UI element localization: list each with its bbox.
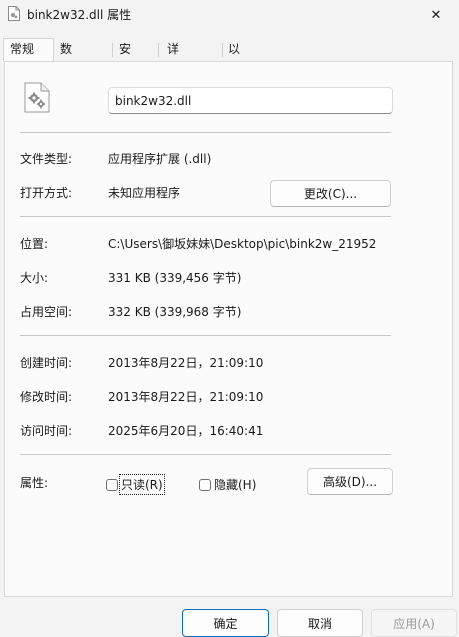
size-value: 331 KB (339,456 字节) xyxy=(108,271,242,285)
change-button[interactable]: 更改(C)... xyxy=(270,180,391,207)
tab-separator xyxy=(158,43,159,57)
readonly-checkbox-label: 只读(R) xyxy=(119,474,165,495)
opens-with-value: 未知应用程序 xyxy=(108,186,181,200)
location-label: 位置: xyxy=(20,237,49,251)
tab-details[interactable]: 详细信息 xyxy=(161,39,185,119)
size-label: 大小: xyxy=(20,271,49,285)
settings-file-icon xyxy=(24,82,50,113)
separator xyxy=(20,335,391,336)
tab-previous-versions[interactable]: 以前的版本 xyxy=(222,39,246,140)
separator xyxy=(20,132,391,133)
file-type-value: 应用程序扩展 (.dll) xyxy=(108,152,212,166)
hidden-checkbox-label: 隐藏(H) xyxy=(214,478,257,492)
general-panel: 文件类型: 应用程序扩展 (.dll) 打开方式: 未知应用程序 更改(C)..… xyxy=(4,61,453,597)
hidden-checkbox[interactable]: 隐藏(H) xyxy=(199,476,256,493)
dll-file-icon xyxy=(8,6,20,21)
size-on-disk-value: 332 KB (339,968 字节) xyxy=(108,305,242,319)
created-value: 2013年8月22日，21:09:10 xyxy=(108,356,264,370)
tab-general[interactable]: 常规 xyxy=(3,38,54,61)
separator xyxy=(20,454,391,455)
created-label: 创建时间: xyxy=(20,356,73,370)
cancel-button[interactable]: 取消 xyxy=(277,609,363,637)
readonly-checkbox-box[interactable] xyxy=(106,478,118,491)
readonly-checkbox[interactable]: 只读(R) xyxy=(106,474,165,495)
location-value: C:\Users\御坂妹妹\Desktop\pic\bink2w_21952 xyxy=(108,237,377,251)
separator xyxy=(20,216,391,217)
apply-button[interactable]: 应用(A) xyxy=(371,609,457,637)
file-type-label: 文件类型: xyxy=(20,152,73,166)
title-bar: bink2w32.dll 属性 ✕ xyxy=(0,0,459,30)
close-button[interactable]: ✕ xyxy=(413,0,459,30)
modified-value: 2013年8月22日，21:09:10 xyxy=(108,390,264,404)
size-on-disk-label: 占用空间: xyxy=(20,305,73,319)
ok-button[interactable]: 确定 xyxy=(182,609,269,637)
tab-security[interactable]: 安全 xyxy=(113,39,137,77)
opens-with-label: 打开方式: xyxy=(20,186,73,200)
modified-label: 修改时间: xyxy=(20,390,73,404)
hidden-checkbox-box[interactable] xyxy=(199,478,211,491)
tab-digital-signatures[interactable]: 数字签名 xyxy=(54,39,78,119)
attributes-label: 属性: xyxy=(20,476,49,490)
close-icon: ✕ xyxy=(430,7,442,23)
file-name-input[interactable] xyxy=(108,87,393,114)
advanced-button[interactable]: 高级(D)... xyxy=(307,468,393,495)
accessed-value: 2025年6月20日，16:40:41 xyxy=(108,424,264,438)
accessed-label: 访问时间: xyxy=(20,424,73,438)
window-title: bink2w32.dll 属性 xyxy=(27,8,132,22)
